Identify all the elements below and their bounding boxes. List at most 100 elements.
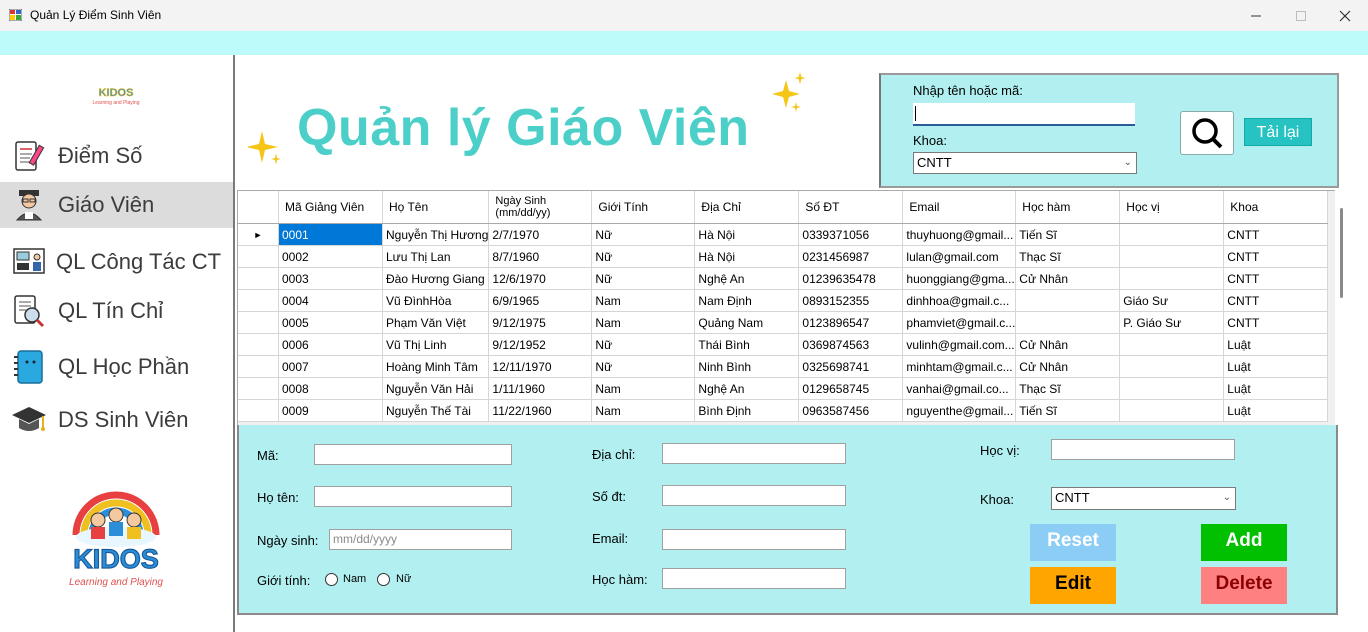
col-header[interactable]: Mã Giảng Viên [278, 191, 383, 224]
table-cell[interactable] [1119, 377, 1225, 400]
hocham-input[interactable] [662, 568, 846, 589]
diachi-input[interactable] [662, 443, 846, 464]
sidebar-item-diem-so[interactable]: Điểm Số [0, 133, 233, 179]
table-cell[interactable]: Cử Nhân [1015, 267, 1121, 290]
col-header[interactable]: Số ĐT [798, 191, 904, 224]
table-cell[interactable]: 8/7/1960 [488, 245, 593, 268]
table-cell[interactable]: Hoàng Minh Tâm [382, 355, 490, 378]
table-cell[interactable]: Tiến Sĩ [1015, 223, 1121, 246]
table-cell[interactable]: 0001 [278, 223, 383, 246]
table-cell[interactable]: Nam [591, 311, 696, 334]
sodt-input[interactable] [662, 485, 846, 506]
table-cell[interactable]: Thạc Sĩ [1015, 245, 1121, 268]
row-header[interactable] [238, 311, 279, 334]
row-header[interactable] [238, 267, 279, 290]
table-row[interactable]: 0004 Vũ ĐìnhHòa 6/9/1965 Nam Nam Định 0893152… [238, 289, 1329, 312]
table-cell[interactable]: Nữ [591, 245, 696, 268]
scrollbar-thumb[interactable] [1340, 208, 1343, 298]
table-cell[interactable]: Nữ [591, 223, 696, 246]
table-cell[interactable]: Nam [591, 399, 696, 422]
table-cell[interactable]: Cử Nhân [1015, 355, 1121, 378]
hoten-input[interactable] [314, 486, 512, 507]
table-cell[interactable]: Hà Nội [694, 223, 800, 246]
maximize-button[interactable] [1278, 0, 1324, 31]
table-row[interactable]: 0003 Đào Hương Giang 12/6/1970 Nữ Nghệ An 012… [238, 267, 1329, 290]
table-cell[interactable] [1015, 289, 1121, 312]
grid-scrollbar[interactable] [1335, 190, 1349, 425]
table-cell[interactable] [1119, 355, 1225, 378]
table-row[interactable]: ► 0001 Nguyễn Thị Hương 2/7/1970 Nữ Hà Nội 033… [238, 223, 1329, 246]
table-cell[interactable]: Nữ [591, 267, 696, 290]
col-header[interactable]: Học hàm [1015, 191, 1121, 224]
table-cell[interactable]: vanhai@gmail.co... [902, 377, 1017, 400]
search-button[interactable] [1180, 111, 1234, 155]
col-header[interactable]: Email [902, 191, 1017, 224]
table-row[interactable]: 0008 Nguyễn Văn Hải 1/11/1960 Nam Nghệ An 012… [238, 377, 1329, 400]
table-cell[interactable]: 11/22/1960 [488, 399, 593, 422]
table-cell[interactable]: CNTT [1223, 289, 1329, 312]
table-row[interactable]: 0005 Phạm Văn Việt 9/12/1975 Nam Quảng Nam 01… [238, 311, 1329, 334]
row-header[interactable] [238, 245, 279, 268]
table-cell[interactable]: CNTT [1223, 223, 1329, 246]
table-cell[interactable]: Nữ [591, 333, 696, 356]
close-button[interactable] [1322, 0, 1368, 31]
row-header[interactable] [238, 399, 279, 422]
table-cell[interactable]: 0893152355 [798, 289, 904, 312]
gender-radio-nu[interactable] [377, 573, 390, 586]
col-header[interactable]: Khoa [1223, 191, 1329, 224]
table-cell[interactable]: 9/12/1975 [488, 311, 593, 334]
table-cell[interactable]: lulan@gmail.com [902, 245, 1017, 268]
table-cell[interactable]: Lưu Thị Lan [382, 245, 490, 268]
table-cell[interactable]: thuyhuong@gmail... [902, 223, 1017, 246]
row-header[interactable]: ► [238, 223, 279, 246]
table-cell[interactable]: 0007 [278, 355, 383, 378]
delete-button[interactable]: Delete [1201, 567, 1287, 604]
table-cell[interactable]: Luật [1223, 377, 1329, 400]
table-cell[interactable]: 0009 [278, 399, 383, 422]
row-header[interactable] [238, 333, 279, 356]
table-row[interactable]: 0002 Lưu Thị Lan 8/7/1960 Nữ Hà Nội 023145698… [238, 245, 1329, 268]
add-button[interactable]: Add [1201, 524, 1287, 561]
table-cell[interactable]: nguyenthe@gmail... [902, 399, 1017, 422]
table-cell[interactable]: 9/12/1952 [488, 333, 593, 356]
table-cell[interactable]: Ninh Bình [694, 355, 800, 378]
teacher-grid[interactable]: Mã Giảng Viên Họ Tên Ngày Sinh (mm/dd/yy… [237, 190, 1336, 427]
table-cell[interactable]: CNTT [1223, 311, 1329, 334]
row-header[interactable] [238, 377, 279, 400]
table-cell[interactable]: Quảng Nam [694, 311, 800, 334]
table-cell[interactable]: Nam [591, 289, 696, 312]
table-cell[interactable]: Luật [1223, 333, 1329, 356]
table-row[interactable]: 0006 Vũ Thị Linh 9/12/1952 Nữ Thái Bình 03698… [238, 333, 1329, 356]
table-cell[interactable] [1119, 399, 1225, 422]
row-header[interactable] [238, 355, 279, 378]
row-header[interactable] [238, 289, 279, 312]
table-cell[interactable]: 0129658745 [798, 377, 904, 400]
table-cell[interactable]: Nguyễn Thế Tài [382, 399, 490, 422]
table-cell[interactable]: 0008 [278, 377, 383, 400]
table-cell[interactable]: 0325698741 [798, 355, 904, 378]
table-cell[interactable] [1119, 333, 1225, 356]
gender-radio-nam[interactable] [325, 573, 338, 586]
table-cell[interactable]: Nguyễn Văn Hải [382, 377, 490, 400]
table-cell[interactable]: Cử Nhân [1015, 333, 1121, 356]
table-cell[interactable]: 0123896547 [798, 311, 904, 334]
col-header[interactable]: Học vị [1119, 191, 1225, 224]
ma-input[interactable] [314, 444, 512, 465]
minimize-button[interactable] [1233, 0, 1279, 31]
table-cell[interactable] [1015, 311, 1121, 334]
table-cell[interactable]: 0231456987 [798, 245, 904, 268]
table-cell[interactable]: Vũ ĐìnhHòa [382, 289, 490, 312]
table-cell[interactable] [1119, 245, 1225, 268]
table-row[interactable]: 0007 Hoàng Minh Tâm 12/11/1970 Nữ Ninh Bình 0… [238, 355, 1329, 378]
table-cell[interactable]: 12/11/1970 [488, 355, 593, 378]
table-cell[interactable]: Nghệ An [694, 377, 800, 400]
table-cell[interactable] [1119, 267, 1225, 290]
email-input[interactable] [662, 529, 846, 550]
table-cell[interactable]: Thái Bình [694, 333, 800, 356]
sidebar-item-giao-vien[interactable]: Giáo Viên [0, 182, 233, 228]
table-cell[interactable]: 0369874563 [798, 333, 904, 356]
table-cell[interactable]: minhtam@gmail.c... [902, 355, 1017, 378]
table-cell[interactable]: Giáo Sư [1119, 289, 1225, 312]
table-cell[interactable]: 6/9/1965 [488, 289, 593, 312]
table-cell[interactable]: 0005 [278, 311, 383, 334]
